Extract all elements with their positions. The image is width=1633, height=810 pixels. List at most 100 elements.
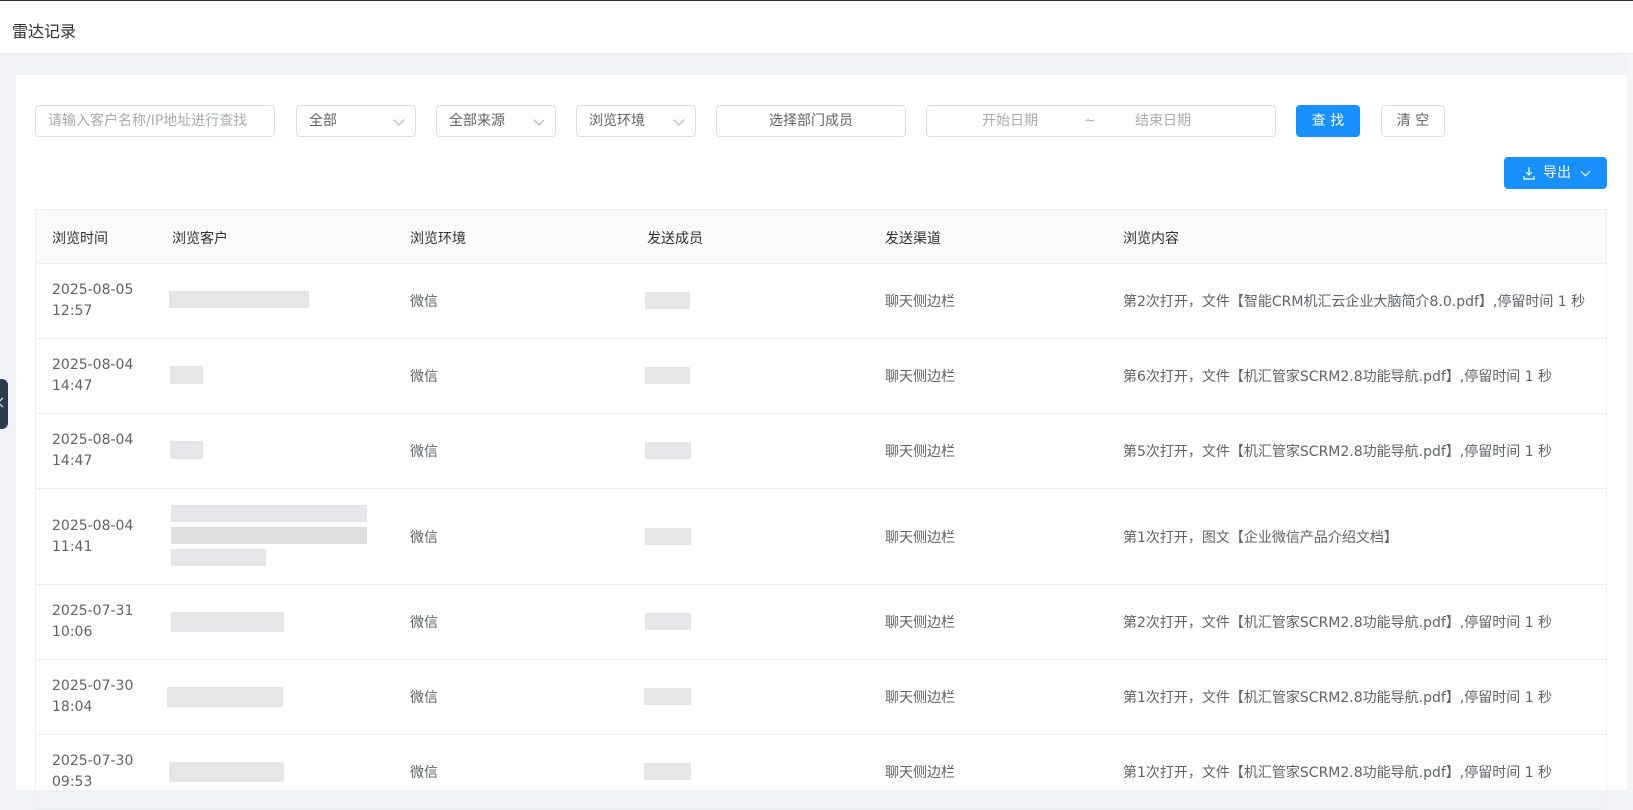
sidebar-collapse-toggle[interactable] <box>0 379 8 429</box>
content-cell: 第5次打开，文件【机汇管家SCRM2.8功能导航.pdf】,停留时间 1 秒 <box>1123 444 1553 460</box>
browse-time-cell: 2025-07-30 09:53 <box>52 751 133 793</box>
redacted-customer <box>170 441 203 459</box>
redacted-customer <box>171 612 284 632</box>
clear-button[interactable]: 清 空 <box>1381 105 1445 137</box>
redacted-sender <box>644 688 691 705</box>
date-separator: ~ <box>1084 113 1096 129</box>
page-scrollbar[interactable] <box>1627 54 1633 790</box>
redacted-sender <box>645 613 691 630</box>
browse-time-cell: 2025-07-30 18:04 <box>52 676 133 718</box>
browse-time: 14:47 <box>52 378 93 394</box>
channel-cell: 聊天侧边栏 <box>885 294 955 310</box>
table-row[interactable]: 2025-07-30 18:04 微信 聊天侧边栏 第1次打开，文件【机汇管家S… <box>36 660 1606 735</box>
member-select-label: 选择部门成员 <box>769 113 853 129</box>
redacted-customer <box>170 366 203 384</box>
browse-date: 2025-08-04 <box>52 432 134 448</box>
redacted-customer <box>171 527 367 544</box>
export-button-label: 导出 <box>1543 165 1571 181</box>
column-header-customer: 浏览客户 <box>172 231 228 247</box>
environment-cell: 微信 <box>410 369 438 385</box>
page-title: 雷达记录 <box>12 22 77 41</box>
browse-time: 18:04 <box>52 699 93 715</box>
environment-cell: 微信 <box>410 765 438 781</box>
browse-time-cell: 2025-08-05 12:57 <box>52 280 133 322</box>
redacted-customer <box>171 505 367 522</box>
browse-date: 2025-08-04 <box>52 518 134 534</box>
browse-time: 12:57 <box>52 303 93 319</box>
redacted-customer <box>167 687 283 707</box>
type-select-value: 全部 <box>309 113 337 129</box>
search-button[interactable]: 查 找 <box>1296 105 1360 137</box>
redacted-sender <box>645 292 690 309</box>
browse-time-cell: 2025-08-04 11:41 <box>52 516 133 558</box>
environment-cell: 微信 <box>410 690 438 706</box>
radar-records-table: 浏览时间 浏览客户 浏览环境 发送成员 发送渠道 浏览内容 2025-08-05… <box>35 209 1607 810</box>
browse-date: 2025-07-30 <box>52 753 134 769</box>
chevron-down-icon <box>533 114 545 126</box>
column-header-browse-time: 浏览时间 <box>52 231 108 247</box>
column-header-environment: 浏览环境 <box>410 231 466 247</box>
redacted-sender <box>644 763 691 780</box>
channel-cell: 聊天侧边栏 <box>885 444 955 460</box>
redacted-customer <box>171 549 266 566</box>
environment-cell: 微信 <box>410 615 438 631</box>
type-select[interactable]: 全部 <box>296 105 416 137</box>
redacted-customer <box>169 291 309 308</box>
browse-date: 2025-08-04 <box>52 357 134 373</box>
channel-cell: 聊天侧边栏 <box>885 530 955 546</box>
content-cell: 第2次打开，文件【机汇管家SCRM2.8功能导航.pdf】,停留时间 1 秒 <box>1123 615 1553 631</box>
channel-cell: 聊天侧边栏 <box>885 765 955 781</box>
download-icon <box>1523 167 1535 180</box>
table-row[interactable]: 2025-08-05 12:57 微信 聊天侧边栏 第2次打开，文件【智能CRM… <box>36 264 1606 339</box>
column-header-sender: 发送成员 <box>647 231 703 247</box>
table-row[interactable]: 2025-07-30 09:53 微信 聊天侧边栏 第1次打开，文件【机汇管家S… <box>36 735 1606 809</box>
env-select[interactable]: 浏览环境 <box>576 105 696 137</box>
member-select[interactable]: 选择部门成员 <box>716 105 906 137</box>
table-header: 浏览时间 浏览客户 浏览环境 发送成员 发送渠道 浏览内容 <box>36 210 1606 264</box>
environment-cell: 微信 <box>410 444 438 460</box>
browse-time-cell: 2025-08-04 14:47 <box>52 430 133 472</box>
column-header-content: 浏览内容 <box>1123 231 1179 247</box>
channel-cell: 聊天侧边栏 <box>885 369 955 385</box>
source-select[interactable]: 全部来源 <box>436 105 556 137</box>
table-row[interactable]: 2025-07-31 10:06 微信 聊天侧边栏 第2次打开，文件【机汇管家S… <box>36 585 1606 660</box>
content-cell: 第6次打开，文件【机汇管家SCRM2.8功能导航.pdf】,停留时间 1 秒 <box>1123 369 1553 385</box>
redacted-sender <box>645 442 691 459</box>
browse-time: 11:41 <box>52 539 93 555</box>
content-cell: 第1次打开，图文【企业微信产品介绍文档】 <box>1123 530 1398 546</box>
start-date-input[interactable]: 开始日期 <box>982 106 1038 136</box>
redacted-sender <box>645 367 690 384</box>
table-row[interactable]: 2025-08-04 14:47 微信 聊天侧边栏 第6次打开，文件【机汇管家S… <box>36 339 1606 414</box>
env-select-value: 浏览环境 <box>589 113 645 129</box>
search-input[interactable]: 请输入客户名称/IP地址进行查找 <box>35 105 275 137</box>
chevron-left-icon <box>0 397 8 408</box>
source-select-value: 全部来源 <box>449 113 505 129</box>
channel-cell: 聊天侧边栏 <box>885 690 955 706</box>
clear-button-label: 清 空 <box>1396 113 1430 129</box>
channel-cell: 聊天侧边栏 <box>885 615 955 631</box>
table-row[interactable]: 2025-08-04 11:41 微信 聊天侧边栏 第1次打开，图文【企业微信产… <box>36 489 1606 585</box>
browse-date: 2025-07-30 <box>52 678 134 694</box>
browse-date: 2025-08-05 <box>52 282 134 298</box>
end-date-input[interactable]: 结束日期 <box>1135 106 1191 136</box>
date-range-picker[interactable]: 开始日期 ~ 结束日期 <box>926 105 1276 137</box>
chevron-down-icon <box>673 114 685 126</box>
content-cell: 第2次打开，文件【智能CRM机汇云企业大脑简介8.0.pdf】,停留时间 1 秒 <box>1123 294 1586 310</box>
chevron-down-icon <box>1580 166 1591 177</box>
redacted-sender <box>645 528 691 545</box>
redacted-customer <box>169 762 284 782</box>
browse-time: 10:06 <box>52 624 93 640</box>
column-header-channel: 发送渠道 <box>885 231 941 247</box>
content-cell: 第1次打开，文件【机汇管家SCRM2.8功能导航.pdf】,停留时间 1 秒 <box>1123 765 1553 781</box>
search-input-placeholder: 请输入客户名称/IP地址进行查找 <box>48 113 248 129</box>
browse-time: 14:47 <box>52 453 93 469</box>
environment-cell: 微信 <box>410 294 438 310</box>
browse-time-cell: 2025-07-31 10:06 <box>52 601 133 643</box>
table-row[interactable]: 2025-08-04 14:47 微信 聊天侧边栏 第5次打开，文件【机汇管家S… <box>36 414 1606 489</box>
export-button[interactable]: 导出 <box>1504 157 1607 189</box>
environment-cell: 微信 <box>410 530 438 546</box>
browse-time-cell: 2025-08-04 14:47 <box>52 355 133 397</box>
chevron-down-icon <box>393 114 405 126</box>
content-cell: 第1次打开，文件【机汇管家SCRM2.8功能导航.pdf】,停留时间 1 秒 <box>1123 690 1553 706</box>
browse-date: 2025-07-31 <box>52 603 134 619</box>
